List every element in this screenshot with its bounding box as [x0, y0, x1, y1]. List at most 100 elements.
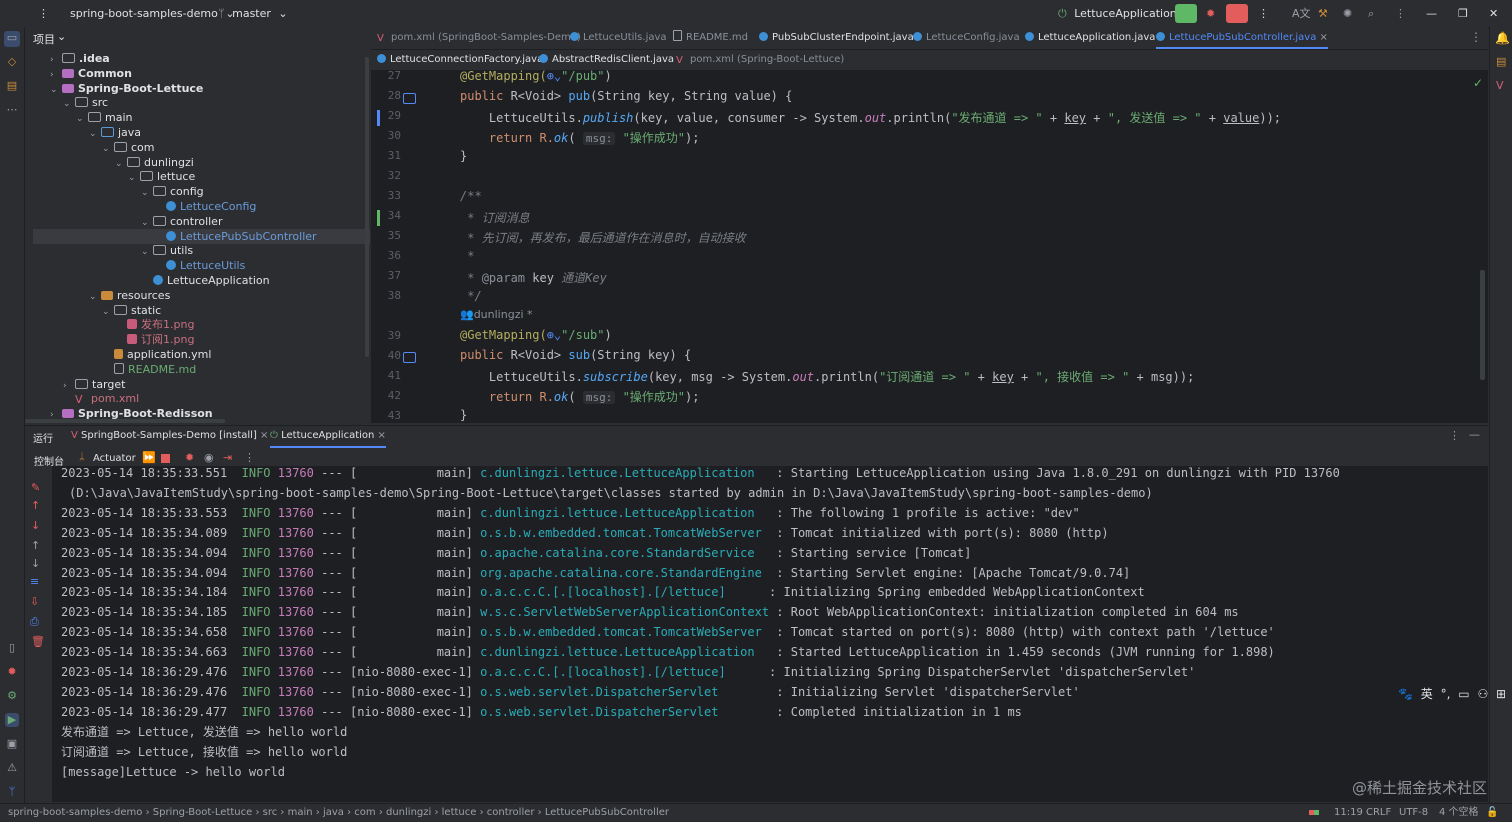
user-icon[interactable]: ⚇ — [1477, 687, 1488, 701]
chevron-down-icon[interactable]: ⌄ — [50, 83, 62, 98]
chevron-down-icon[interactable]: ⌄ — [63, 97, 75, 112]
chevron-down-icon[interactable]: ⌄ — [128, 171, 140, 186]
breadcrumb-item[interactable]: dunlingzi — [386, 807, 431, 818]
editor-tab[interactable]: LettucePubSubController.java × — [1156, 27, 1328, 49]
author-hint[interactable]: dunlingzi * — [474, 308, 533, 321]
indent-setting[interactable]: 4 个空格 — [1439, 804, 1479, 822]
down-icon[interactable]: ↓ — [31, 519, 40, 532]
debug-tool-icon[interactable]: ✹ — [5, 665, 19, 679]
chevron-down-icon[interactable]: ⌄ — [57, 30, 66, 43]
commit-icon[interactable]: ◇ — [5, 55, 19, 69]
file-encoding[interactable]: UTF-8 — [1399, 804, 1428, 822]
more-tools-icon[interactable]: ⋯ — [5, 103, 19, 117]
endpoint-gutter-icon[interactable] — [403, 352, 416, 363]
tree-item[interactable]: LettuceUtils — [154, 258, 245, 273]
tree-item[interactable]: ⌄ java — [89, 125, 141, 140]
editor-tab[interactable]: Vpom.xml (SpringBoot-Samples-Demo) — [377, 27, 581, 49]
scroll-down-icon[interactable]: ↓ — [31, 557, 40, 570]
search-icon[interactable]: ⌕ — [1368, 0, 1374, 27]
debug-icon[interactable]: ✹ — [1206, 0, 1215, 27]
chevron-down-icon[interactable]: ⌄ — [89, 290, 101, 305]
windows-icon[interactable] — [1309, 804, 1321, 822]
scroll-up-icon[interactable]: ↑ — [31, 539, 40, 552]
branch-switcher[interactable]: ᛘ master ⌄ — [218, 0, 288, 27]
keyboard-icon[interactable]: ▭ — [1458, 687, 1469, 701]
tree-item[interactable]: ⌄ dunlingzi — [115, 155, 194, 170]
tree-item[interactable]: › .idea — [50, 51, 110, 66]
git-icon[interactable]: ᛘ — [5, 785, 19, 799]
terminal-icon[interactable]: ▣ — [5, 737, 19, 751]
tree-item[interactable]: ⌄ utils — [141, 243, 193, 258]
problems-icon[interactable]: ⚠ — [5, 761, 19, 775]
breadcrumb-item[interactable]: LettucePubSubController — [545, 807, 669, 818]
breadcrumb-item[interactable]: lettuce — [442, 807, 477, 818]
editor-scrollbar[interactable] — [1480, 270, 1485, 380]
services-icon[interactable]: ⚙ — [5, 689, 19, 703]
run-tool-icon[interactable]: ▶ — [5, 713, 19, 727]
editor-tab[interactable]: README.md — [673, 27, 748, 49]
up-icon[interactable]: ↑ — [31, 499, 40, 512]
line-separator[interactable]: CRLF — [1366, 804, 1391, 822]
tree-item[interactable]: › target — [63, 377, 125, 392]
notifications-icon[interactable]: 🔔 — [1495, 31, 1510, 45]
editor-tab[interactable]: LettuceUtils.java — [570, 27, 667, 49]
close-icon[interactable]: × — [1316, 32, 1328, 43]
editor-tab[interactable]: Vpom.xml (Spring-Boot-Lettuce) — [676, 50, 844, 70]
chevron-down-icon[interactable]: ⌄ — [89, 127, 101, 142]
scroll-end-icon[interactable]: ⇩ — [30, 595, 39, 608]
chevron-down-icon[interactable]: ⌄ — [115, 157, 127, 172]
breadcrumb-item[interactable]: controller — [487, 807, 535, 818]
build-icon[interactable]: ⚒ — [1318, 0, 1328, 27]
lock-icon[interactable]: 🔓 — [1486, 804, 1498, 822]
tree-item[interactable]: README.md — [102, 362, 196, 377]
tree-item[interactable]: ⌄ main — [76, 110, 132, 125]
tree-item[interactable]: ⌄ com — [102, 140, 155, 155]
breadcrumb-item[interactable]: spring-boot-samples-demo — [8, 807, 142, 818]
tree-item[interactable]: 发布1.png — [115, 317, 194, 332]
tree-item[interactable]: LettucePubSubController — [33, 228, 370, 244]
editor-tab[interactable]: AbstractRedisClient.java — [539, 50, 674, 70]
stop-icon[interactable] — [161, 454, 170, 463]
endpoint-gutter-icon[interactable] — [403, 93, 416, 104]
screenshot-icon[interactable]: ◉ — [204, 451, 214, 464]
editor-tab[interactable]: LettuceConnectionFactory.java — [377, 50, 543, 70]
run-tab[interactable]: ⏻ LettuceApplication × — [270, 426, 386, 448]
more-icon[interactable]: ⋮ — [244, 451, 255, 464]
breadcrumb-item[interactable]: main — [288, 807, 313, 818]
tree-item[interactable]: Vpom.xml — [63, 391, 139, 406]
project-tool-icon[interactable]: ▭ — [4, 31, 20, 47]
delete-icon[interactable]: 🗑 — [31, 635, 45, 648]
print-icon[interactable]: ⎙ — [30, 615, 39, 629]
main-menu-icon[interactable]: ⋮ — [38, 0, 49, 27]
tree-item[interactable]: › Common — [50, 66, 132, 81]
close-window-icon[interactable]: ✕ — [1489, 0, 1498, 27]
stop-button[interactable] — [1226, 4, 1248, 23]
soft-wrap-icon[interactable]: ≡ — [30, 575, 39, 588]
run-config-selector[interactable]: ⏻ LettuceApplication ⌄ — [1058, 0, 1193, 27]
breadcrumb-item[interactable]: Spring-Boot-Lettuce — [153, 807, 253, 818]
project-panel-title[interactable]: 项目 — [33, 31, 55, 47]
tree-item[interactable]: LettuceConfig — [154, 199, 256, 214]
tree-item[interactable]: 订阅1.png — [115, 332, 194, 347]
minimize-icon[interactable]: — — [1426, 0, 1437, 27]
tree-h-scrollbar[interactable] — [25, 419, 225, 423]
tree-item[interactable]: ⌄ lettuce — [128, 169, 195, 184]
tabs-more-icon[interactable]: ⋮ — [1470, 30, 1482, 44]
editor-tab[interactable]: LettuceConfig.java — [913, 27, 1020, 49]
translate-icon[interactable]: A文 — [1292, 0, 1311, 27]
tree-item[interactable]: ⌄ src — [63, 95, 108, 110]
tree-item[interactable]: LettuceApplication — [141, 273, 270, 288]
clear-icon[interactable]: ✎ — [31, 481, 40, 494]
tree-item[interactable]: ⌄ static — [102, 303, 161, 318]
rerun-icon[interactable]: ⏩ — [142, 451, 156, 464]
panel-more-icon[interactable]: ⋮ — [1449, 429, 1460, 442]
tree-item[interactable]: application.yml — [102, 347, 211, 362]
tree-scrollbar[interactable] — [365, 57, 369, 357]
inspection-ok-icon[interactable]: ✓ — [1473, 76, 1483, 90]
tree-item[interactable]: ⌄ config — [141, 184, 204, 199]
structure-icon[interactable]: ▤ — [5, 79, 19, 93]
restore-icon[interactable]: ❐ — [1458, 0, 1468, 27]
ime-lang[interactable]: 英 — [1421, 687, 1433, 701]
caret-position[interactable]: 11:19 — [1334, 804, 1363, 822]
ime-toolbar[interactable]: 🐾 英 °, ▭ ⚇ ⊞ — [1398, 685, 1506, 702]
